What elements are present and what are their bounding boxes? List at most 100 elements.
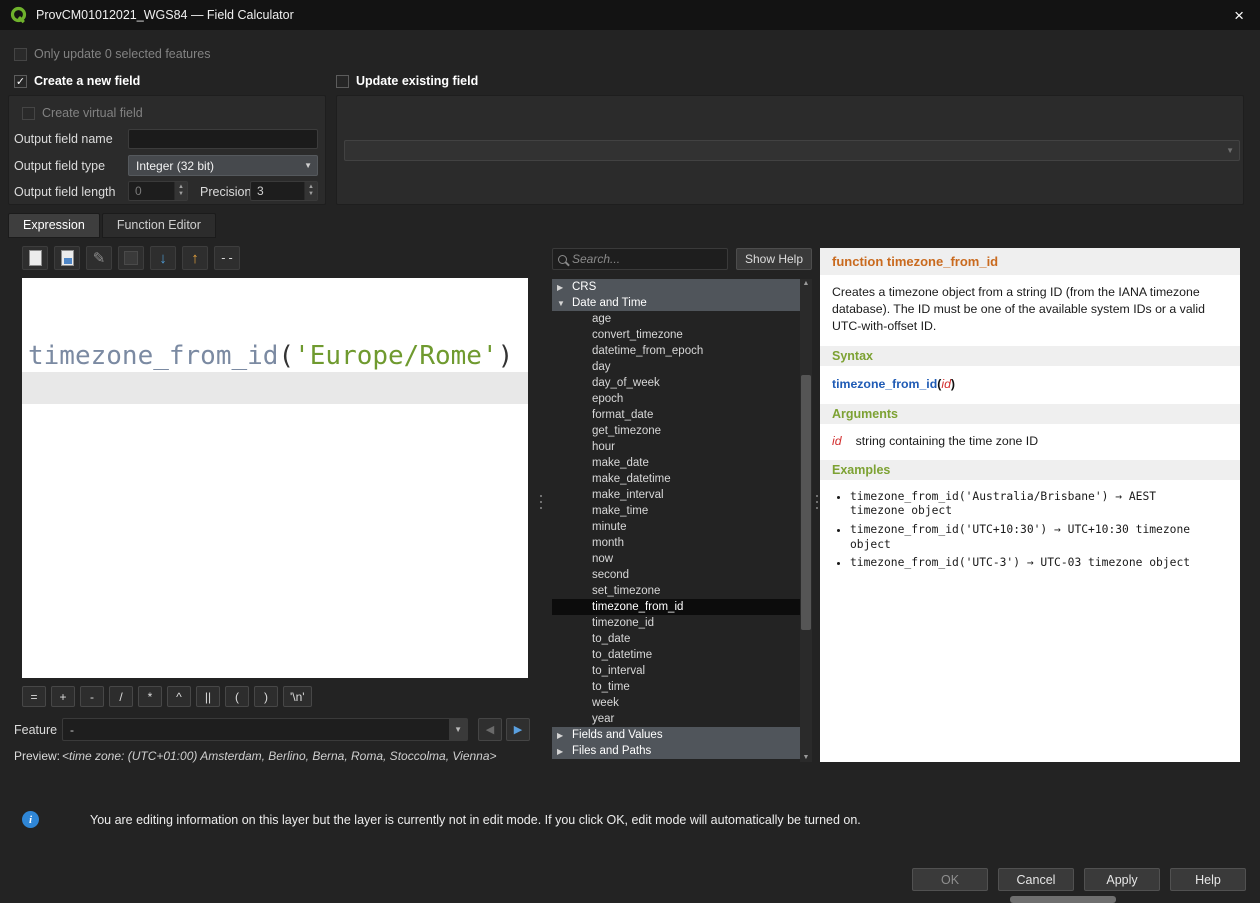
operator-button[interactable]: * [138,686,162,707]
window-title: ProvCM01012021_WGS84 — Field Calculator [36,8,294,22]
panel-splitter-handle[interactable] [813,495,820,509]
tree-item-to-date[interactable]: to_date [552,631,800,647]
tree-item-label: epoch [592,393,623,405]
ok-button[interactable]: OK [912,868,988,891]
search-input[interactable] [572,252,722,266]
operator-button[interactable]: || [196,686,220,707]
tree-item-label: format_date [592,409,653,421]
tree-item-make-date[interactable]: make_date [552,455,800,471]
tree-item-label: to_datetime [592,649,652,661]
operator-button[interactable]: - [80,686,104,707]
tab-function-editor[interactable]: Function Editor [102,213,216,238]
tree-group-date-and-time[interactable]: ▼ Date and Time [552,295,800,311]
tree-item-hour[interactable]: hour [552,439,800,455]
tree-item-make-datetime[interactable]: make_datetime [552,471,800,487]
operator-button[interactable]: / [109,686,133,707]
spinner-arrows[interactable]: ▲▼ [304,182,317,200]
tree-item-day[interactable]: day [552,359,800,375]
chevron-right-icon[interactable]: ▶ [557,731,567,740]
edit-expression-button[interactable]: ✎ [86,246,112,270]
operator-button[interactable]: ( [225,686,249,707]
close-icon[interactable]: × [1228,7,1250,24]
tree-item-label: year [592,713,614,725]
expression-tool-disabled-button[interactable] [118,246,144,270]
argument-name: id [832,434,842,448]
next-feature-button[interactable]: ▶ [506,718,530,741]
scroll-down-icon[interactable]: ▼ [800,754,812,761]
operator-button[interactable]: + [51,686,75,707]
tree-item-month[interactable]: month [552,535,800,551]
tree-item-label: day [592,361,611,373]
scroll-up-icon[interactable]: ▲ [800,280,812,287]
create-virtual-field-checkbox[interactable]: Create virtual field [22,106,143,120]
tree-item-make-interval[interactable]: make_interval [552,487,800,503]
operator-button[interactable]: ) [254,686,278,707]
tree-item-age[interactable]: age [552,311,800,327]
output-field-type-label: Output field type [14,159,105,173]
tree-item-label: Date and Time [572,297,647,309]
show-help-button[interactable]: Show Help [736,248,812,270]
update-existing-field-checkbox[interactable]: Update existing field [336,74,478,88]
previous-feature-button[interactable]: ◀ [478,718,502,741]
tree-item-year[interactable]: year [552,711,800,727]
tree-item-to-datetime[interactable]: to_datetime [552,647,800,663]
preview-label: Preview: [14,749,60,763]
tree-item-get-timezone[interactable]: get_timezone [552,423,800,439]
tree-group-files-and-paths[interactable]: ▶Files and Paths [552,743,800,759]
apply-button[interactable]: Apply [1084,868,1160,891]
chevron-right-icon[interactable]: ▶ [557,283,567,292]
tree-item-make-time[interactable]: make_time [552,503,800,519]
tree-item-minute[interactable]: minute [552,519,800,535]
tree-group-fields-and-values[interactable]: ▶Fields and Values [552,727,800,743]
tree-item-set-timezone[interactable]: set_timezone [552,583,800,599]
operator-button[interactable]: '\n' [283,686,312,707]
tree-group-crs[interactable]: ▶CRS [552,279,800,295]
only-update-selected-checkbox[interactable]: Only update 0 selected features [14,47,211,61]
tree-item-format-date[interactable]: format_date [552,407,800,423]
output-field-length-spinner[interactable]: 0 ▲▼ [128,181,188,201]
import-expression-button[interactable]: ↓ [150,246,176,270]
tree-item-second[interactable]: second [552,567,800,583]
function-search[interactable] [552,248,728,270]
tree-item-label: make_interval [592,489,664,501]
function-help-panel: function timezone_from_id Creates a time… [820,248,1240,762]
tree-item-convert-timezone[interactable]: convert_timezone [552,327,800,343]
help-button[interactable]: Help [1170,868,1246,891]
panel-splitter-handle[interactable] [537,495,544,509]
tree-item-timezone-id[interactable]: timezone_id [552,615,800,631]
tree-item-label: timezone_id [592,617,654,629]
tree-item-week[interactable]: week [552,695,800,711]
output-field-type-dropdown[interactable]: Integer (32 bit) ▼ [128,155,318,176]
chevron-right-icon[interactable]: ▶ [557,747,567,756]
chevron-down-icon[interactable]: ▼ [557,299,567,308]
tree-item-datetime-from-epoch[interactable]: datetime_from_epoch [552,343,800,359]
cancel-button[interactable]: Cancel [998,868,1074,891]
tree-item-day-of-week[interactable]: day_of_week [552,375,800,391]
tree-item-now[interactable]: now [552,551,800,567]
output-field-name-input[interactable] [128,129,318,149]
existing-field-dropdown[interactable]: ▼ [344,140,1240,161]
create-new-field-checkbox[interactable]: Create a new field [14,74,140,88]
search-icon [558,255,567,264]
precision-label: Precision [200,185,251,199]
operator-button[interactable]: = [22,686,46,707]
horizontal-scrollbar-thumb[interactable] [1010,896,1116,903]
precision-spinner[interactable]: 3 ▲▼ [250,181,318,201]
tree-item-to-interval[interactable]: to_interval [552,663,800,679]
spinner-arrows[interactable]: ▲▼ [174,182,187,200]
operator-button[interactable]: ^ [167,686,191,707]
new-expression-button[interactable] [22,246,48,270]
tree-scrollbar[interactable]: ▲ ▼ [800,279,812,762]
tab-expression[interactable]: Expression [8,213,100,238]
tree-item-to-time[interactable]: to_time [552,679,800,695]
expression-editor[interactable]: timezone_from_id('Europe/Rome') [22,278,528,678]
tree-item-timezone-from-id[interactable]: timezone_from_id [552,599,800,615]
feature-dropdown[interactable]: - ▼ [62,718,468,741]
tree-item-epoch[interactable]: epoch [552,391,800,407]
example-item: timezone_from_id('UTC-3') → UTC-03 timez… [850,556,1210,571]
comment-toggle-button[interactable]: -- [214,246,240,270]
export-expression-button[interactable]: ↑ [182,246,208,270]
scrollbar-thumb[interactable] [801,375,811,630]
save-expression-button[interactable] [54,246,80,270]
tree-item-label: set_timezone [592,585,660,597]
